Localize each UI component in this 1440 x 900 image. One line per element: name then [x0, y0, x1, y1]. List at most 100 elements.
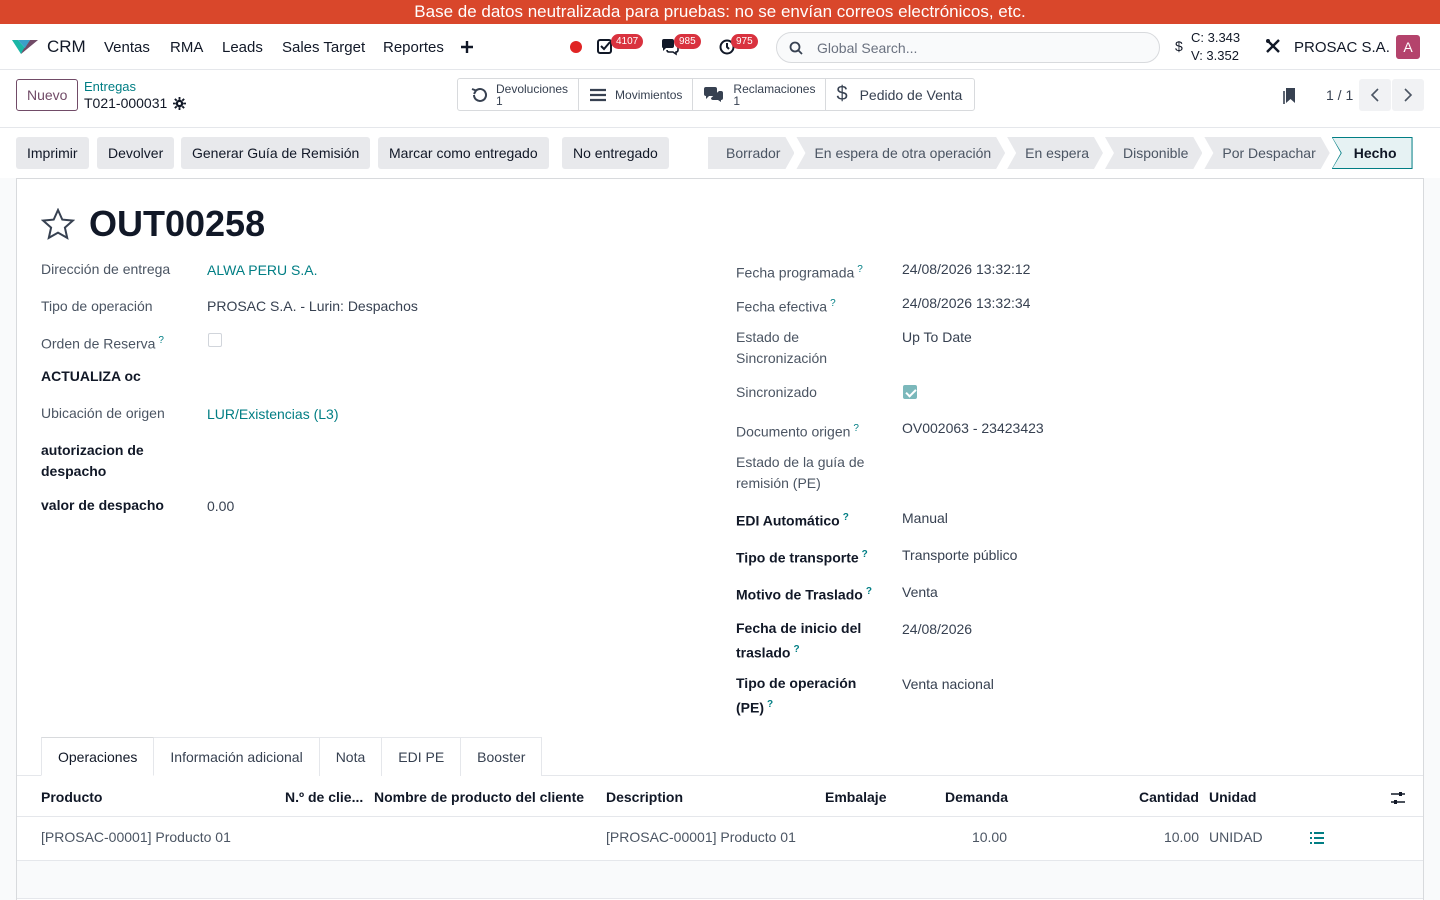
tipo-operacion-value[interactable]: PROSAC S.A. - Lurin: Despachos [207, 296, 418, 317]
ubicacion-origen-value[interactable]: LUR/Existencias (L3) [207, 404, 339, 425]
help-icon[interactable]: ? [767, 699, 773, 710]
help-icon[interactable]: ? [857, 264, 863, 275]
menu-sales-target[interactable]: Sales Target [282, 39, 365, 56]
col-n-cliente[interactable]: N.º de clie... [285, 789, 363, 805]
return-button[interactable]: Devolver [97, 137, 175, 169]
fecha-programada-value[interactable]: 24/08/2026 13:32:12 [902, 259, 1030, 280]
user-avatar[interactable]: A [1396, 35, 1420, 59]
col-producto[interactable]: Producto [41, 789, 102, 805]
smart-button-devoluciones[interactable]: Devoluciones 1 [458, 79, 580, 110]
column-settings-icon[interactable] [1390, 790, 1406, 809]
cell-cantidad[interactable]: 10.00 [1139, 829, 1199, 845]
menu-rma[interactable]: RMA [170, 39, 203, 56]
tools-icon[interactable] [1265, 38, 1283, 56]
company-switcher[interactable]: PROSAC S.A. [1294, 39, 1390, 56]
reclamaciones-label: Reclamaciones [733, 81, 816, 96]
documento-origen-label: Documento origen? [736, 423, 859, 440]
pager-previous-button[interactable] [1359, 79, 1391, 111]
status-por-despachar[interactable]: Por Despachar [1204, 137, 1329, 169]
sincronizado-checkbox[interactable] [903, 385, 917, 399]
cell-demanda[interactable]: 10.00 [947, 829, 1007, 845]
edi-automatico-value[interactable]: Manual [902, 508, 948, 529]
col-nombre-producto-cliente[interactable]: Nombre de producto del cliente [374, 789, 584, 805]
global-search[interactable] [776, 32, 1160, 63]
help-icon[interactable]: ? [866, 586, 872, 597]
bookmark-icon[interactable] [1283, 87, 1297, 108]
tipo-operacion-pe-value[interactable]: Venta nacional [902, 674, 994, 695]
pager-next-button[interactable] [1392, 79, 1424, 111]
col-description[interactable]: Description [606, 789, 683, 805]
mark-delivered-button[interactable]: Marcar como entregado [378, 137, 549, 169]
plus-icon[interactable] [460, 24, 474, 70]
status-en-espera-otra[interactable]: En espera de otra operación [796, 137, 1005, 169]
tab-booster[interactable]: Booster [460, 737, 543, 776]
test-database-banner: Base de datos neutralizada para pruebas:… [0, 0, 1440, 24]
app-name[interactable]: CRM [47, 37, 86, 57]
not-delivered-button[interactable]: No entregado [562, 137, 669, 169]
help-icon[interactable]: ? [862, 549, 868, 560]
control-panel: Nuevo Entregas T021-000031 Devoluciones … [0, 70, 1440, 128]
currency-rates[interactable]: C: 3.343 V: 3.352 [1191, 29, 1240, 65]
tab-informacion-adicional[interactable]: Información adicional [153, 737, 320, 776]
generate-guide-button[interactable]: Generar Guía de Remisión [181, 137, 371, 169]
status-en-espera[interactable]: En espera [1007, 137, 1103, 169]
empty-table-row [17, 861, 1423, 899]
record-title: OUT00258 [89, 203, 266, 244]
fecha-efectiva-value[interactable]: 24/08/2026 13:32:34 [902, 293, 1030, 314]
detailed-operations-icon[interactable] [1309, 831, 1325, 848]
cell-description[interactable]: [PROSAC-00001] Producto 01 [606, 829, 796, 845]
tab-edi-pe[interactable]: EDI PE [381, 737, 462, 776]
cell-unidad[interactable]: UNIDAD [1209, 829, 1263, 845]
pager-value[interactable]: 1 / 1 [1326, 87, 1353, 103]
global-search-input[interactable] [817, 39, 1137, 56]
orden-reserva-label: Orden de Reserva? [41, 335, 164, 352]
menu-reportes[interactable]: Reportes [383, 39, 444, 56]
documento-origen-value[interactable]: OV002063 - 23423423 [902, 418, 1044, 439]
help-icon[interactable]: ? [793, 644, 799, 655]
pedido-venta-label: Pedido de Venta [859, 86, 963, 103]
fecha-inicio-traslado-value[interactable]: 24/08/2026 [902, 619, 972, 640]
menu-leads[interactable]: Leads [222, 39, 263, 56]
valor-despacho-value[interactable]: 0.00 [207, 496, 234, 517]
sincronizado-label: Sincronizado [736, 384, 817, 400]
status-borrador[interactable]: Borrador [708, 137, 794, 169]
motivo-traslado-value[interactable]: Venta [902, 582, 938, 603]
top-navbar: CRM Ventas RMA Leads Sales Target Report… [0, 24, 1440, 70]
direccion-entrega-value[interactable]: ALWA PERU S.A. [207, 260, 317, 281]
new-button[interactable]: Nuevo [16, 79, 79, 111]
gear-icon[interactable] [173, 96, 187, 110]
recording-indicator-icon[interactable] [570, 41, 582, 53]
print-button[interactable]: Imprimir [16, 137, 89, 169]
app-logo[interactable] [12, 24, 38, 70]
col-embalaje[interactable]: Embalaje [825, 789, 886, 805]
smart-button-movimientos[interactable]: Movimientos [579, 79, 694, 110]
help-icon[interactable]: ? [830, 298, 836, 309]
smart-button-reclamaciones[interactable]: Reclamaciones 1 [693, 79, 827, 110]
tab-nota[interactable]: Nota [318, 737, 383, 776]
row-divider [17, 898, 1423, 899]
smart-button-pedido-venta[interactable]: $ Pedido de Venta [826, 79, 974, 110]
movimientos-label: Movimientos [615, 87, 683, 102]
col-unidad[interactable]: Unidad [1209, 789, 1256, 805]
breadcrumb-entregas[interactable]: Entregas [84, 79, 136, 94]
estado-sync-value[interactable]: Up To Date [902, 327, 972, 348]
cell-producto[interactable]: [PROSAC-00001] Producto 01 [41, 829, 231, 845]
estado-guia-label: Estado de la guía de remisión (PE) [736, 454, 865, 491]
orden-reserva-checkbox[interactable] [208, 333, 222, 347]
autorizacion-despacho-label: autorizacion de despacho [41, 442, 144, 479]
tab-operaciones[interactable]: Operaciones [41, 737, 155, 776]
smart-buttons: Devoluciones 1 Movimientos Reclamaciones… [457, 78, 976, 111]
col-cantidad[interactable]: Cantidad [1139, 789, 1199, 805]
star-icon[interactable] [41, 208, 75, 240]
help-icon[interactable]: ? [853, 423, 859, 434]
status-hecho[interactable]: Hecho [1331, 137, 1413, 169]
help-icon[interactable]: ? [158, 335, 164, 346]
header-divider [17, 816, 1423, 817]
tipo-transporte-value[interactable]: Transporte público [902, 545, 1017, 566]
col-demanda[interactable]: Demanda [945, 789, 1008, 805]
status-disponible[interactable]: Disponible [1105, 137, 1202, 169]
fecha-efectiva-label: Fecha efectiva? [736, 298, 836, 315]
currency-icon[interactable]: $ [1175, 38, 1183, 54]
help-icon[interactable]: ? [843, 512, 849, 523]
menu-ventas[interactable]: Ventas [104, 39, 150, 56]
